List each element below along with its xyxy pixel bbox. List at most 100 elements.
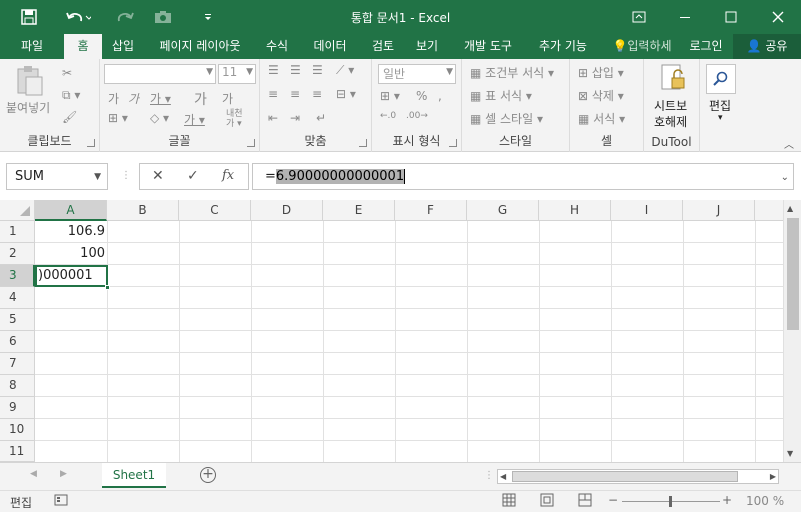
shrink-font-icon[interactable]: 가	[222, 90, 233, 107]
expand-formula-icon[interactable]: ⌄	[781, 165, 789, 190]
align-left-icon[interactable]: ≡	[268, 87, 278, 101]
cut-icon[interactable]: ✂	[62, 65, 72, 81]
tab-formulas[interactable]: 수식	[256, 34, 298, 59]
ribbon-display-icon[interactable]	[616, 0, 662, 34]
italic-icon[interactable]: 가	[128, 90, 139, 107]
column-header-b[interactable]: B	[107, 200, 179, 221]
cell-a2[interactable]: 100	[36, 243, 105, 265]
bold-icon[interactable]: 가	[108, 90, 119, 107]
macro-record-icon[interactable]	[54, 493, 68, 510]
share-button[interactable]: 👤 공유	[733, 34, 801, 59]
orientation-icon[interactable]: ⟋ ▾	[336, 63, 354, 78]
zoom-slider-thumb[interactable]	[669, 496, 672, 507]
unprotect-sheet-icon[interactable]	[660, 64, 686, 95]
sheet-tab-sheet1[interactable]: Sheet1	[102, 463, 166, 488]
maximize-icon[interactable]	[708, 0, 754, 34]
row-header-4[interactable]: 4	[0, 287, 35, 309]
minimize-icon[interactable]	[662, 0, 708, 34]
number-format-combo[interactable]: 일반 ▼	[378, 64, 456, 84]
unprotect-label-2[interactable]: 호해제	[654, 113, 687, 130]
insert-function-icon[interactable]: fx	[222, 168, 234, 183]
tab-developer[interactable]: 개발 도구	[452, 34, 524, 59]
scroll-down-icon[interactable]: ▼	[787, 449, 793, 458]
row-header-1[interactable]: 1	[0, 221, 35, 243]
grow-font-icon[interactable]: 가	[194, 89, 207, 109]
cell-a3-active[interactable]: )000001	[35, 265, 108, 287]
zoom-in-icon[interactable]: +	[722, 493, 732, 507]
next-sheet-icon[interactable]: ▶	[60, 469, 67, 479]
row-header-3[interactable]: 3	[0, 265, 35, 287]
row-header-8[interactable]: 8	[0, 375, 35, 397]
format-painter-icon[interactable]: 🖌	[62, 109, 77, 125]
font-size-combo[interactable]: 11 ▼	[218, 64, 256, 84]
font-name-combo[interactable]: ▼	[104, 64, 216, 84]
name-box[interactable]: SUM ▼	[6, 163, 108, 190]
comma-icon[interactable]: ,	[438, 89, 442, 103]
column-header-g[interactable]: G	[467, 200, 539, 221]
tab-page-layout[interactable]: 페이지 레이아웃	[148, 34, 252, 59]
row-header-10[interactable]: 10	[0, 419, 35, 441]
row-header-9[interactable]: 9	[0, 397, 35, 419]
paste-icon[interactable]	[14, 65, 44, 100]
tab-data[interactable]: 데이터	[302, 34, 358, 59]
collapse-ribbon-icon[interactable]: ︿	[784, 136, 794, 151]
page-break-view-icon[interactable]	[578, 493, 592, 510]
align-bottom-icon[interactable]: ☰	[312, 63, 323, 77]
page-layout-view-icon[interactable]	[540, 493, 554, 510]
column-header-j[interactable]: J	[683, 200, 755, 221]
column-header-e[interactable]: E	[323, 200, 395, 221]
tab-file[interactable]: 파일	[10, 34, 54, 59]
column-header-f[interactable]: F	[395, 200, 467, 221]
column-header-a[interactable]: A	[35, 200, 107, 221]
login-link[interactable]: 로그인	[682, 34, 730, 59]
fill-color-icon[interactable]: ◇ ▾	[150, 111, 169, 125]
clipboard-launcher-icon[interactable]	[87, 139, 95, 147]
row-header-11[interactable]: 11	[0, 441, 35, 462]
align-middle-icon[interactable]: ☰	[290, 63, 301, 77]
prev-sheet-icon[interactable]: ◀	[30, 469, 37, 479]
wrap-text-icon[interactable]: ↵	[316, 111, 326, 125]
number-launcher-icon[interactable]	[449, 139, 457, 147]
cancel-icon[interactable]: ✕	[152, 168, 164, 184]
zoom-out-icon[interactable]: −	[608, 493, 618, 507]
tell-me-box[interactable]: 💡입력하세	[606, 34, 678, 59]
align-right-icon[interactable]: ≡	[312, 87, 322, 101]
border-icon[interactable]: ⊞ ▾	[108, 111, 128, 125]
row-header-5[interactable]: 5	[0, 309, 35, 331]
increase-indent-icon[interactable]: ⇥	[290, 111, 300, 125]
merge-center-icon[interactable]: ⊟ ▾	[336, 87, 356, 101]
row-header-2[interactable]: 2	[0, 243, 35, 265]
close-icon[interactable]	[755, 0, 801, 34]
percent-icon[interactable]: %	[416, 89, 427, 103]
editing-label-top[interactable]: 편집	[709, 97, 731, 114]
phonetic-icon[interactable]: 내천 가 ▾	[226, 109, 243, 129]
alignment-launcher-icon[interactable]	[359, 139, 367, 147]
format-as-table-button[interactable]: ▦ 표 서식 ▾	[470, 87, 532, 104]
scroll-right-icon[interactable]: ▶	[770, 472, 776, 481]
zoom-level[interactable]: 100 %	[746, 494, 784, 508]
font-color-icon[interactable]: 가 ▾	[184, 111, 205, 128]
increase-decimal-icon[interactable]: ←.0	[380, 111, 396, 121]
scroll-up-icon[interactable]: ▲	[787, 204, 793, 213]
tab-review[interactable]: 검토	[362, 34, 404, 59]
tab-insert[interactable]: 삽입	[102, 34, 144, 59]
normal-view-icon[interactable]	[502, 493, 516, 510]
underline-icon[interactable]: 가 ▾	[150, 90, 171, 107]
copy-icon[interactable]: ⧉ ▾	[62, 87, 80, 103]
row-header-6[interactable]: 6	[0, 331, 35, 353]
tab-home[interactable]: 홈	[64, 34, 102, 59]
unprotect-label-1[interactable]: 시트보	[654, 97, 687, 114]
horizontal-scrollbar[interactable]: ◀ ▶	[497, 469, 779, 484]
accounting-icon[interactable]: ⊞ ▾	[380, 89, 400, 103]
column-header-d[interactable]: D	[251, 200, 323, 221]
add-sheet-icon[interactable]: +	[200, 467, 216, 483]
font-launcher-icon[interactable]	[247, 139, 255, 147]
column-header-i[interactable]: I	[611, 200, 683, 221]
delete-cells-button[interactable]: ⊠ 삭제 ▾	[578, 87, 624, 104]
horizontal-scroll-thumb[interactable]	[512, 471, 738, 482]
tab-view[interactable]: 보기	[406, 34, 448, 59]
fill-handle[interactable]	[105, 285, 110, 290]
cell-styles-button[interactable]: ▦ 셀 스타일 ▾	[470, 110, 543, 127]
tab-add-ins[interactable]: 추가 기능	[528, 34, 598, 59]
column-header-h[interactable]: H	[539, 200, 611, 221]
